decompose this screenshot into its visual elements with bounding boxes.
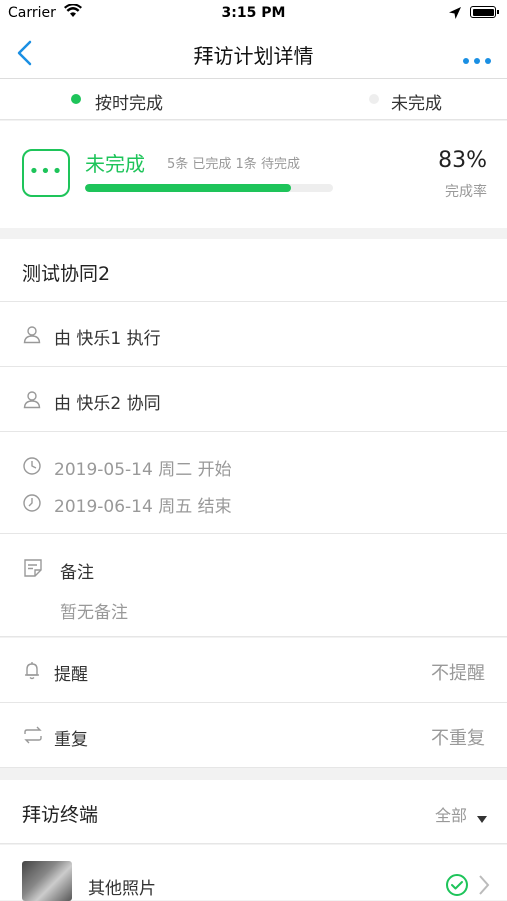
battery-icon	[470, 6, 499, 18]
dropdown-triangle-icon[interactable]	[477, 808, 487, 827]
terminals-filter[interactable]: 全部	[435, 802, 467, 826]
terminals-title: 拜访终端	[22, 804, 99, 826]
clock-icon	[22, 493, 42, 517]
person-icon	[22, 389, 42, 413]
navigation-bar: 拜访计划详情	[0, 28, 507, 79]
executor-row: 由 快乐1 执行	[0, 302, 507, 367]
start-date-text: 2019-05-14 周二 开始	[54, 460, 232, 480]
note-icon	[22, 557, 44, 583]
task-counts: 5条 已完成 1条 待完成	[167, 157, 300, 172]
date-range-row: 2019-05-14 周二 开始 2019-06-14 周五 结束	[0, 432, 507, 534]
on-time-dot-icon	[71, 94, 81, 104]
notes-value: 暂无备注	[60, 603, 128, 623]
chevron-right-icon[interactable]	[478, 873, 490, 901]
repeat-row[interactable]: 重复 不重复	[0, 703, 507, 768]
repeat-icon	[22, 725, 44, 749]
completion-summary: ••• 未完成 5条 已完成 1条 待完成 83% 完成率	[0, 121, 507, 228]
completion-percent: 83%	[438, 148, 487, 173]
terminal-item-label: 其他照片	[88, 879, 156, 899]
notes-row: 备注 暂无备注	[0, 534, 507, 637]
person-icon	[22, 324, 42, 348]
more-options-icon[interactable]	[462, 50, 492, 64]
incomplete-label: 未完成	[391, 94, 442, 114]
page-title: 拜访计划详情	[193, 44, 314, 68]
on-time-label: 按时完成	[95, 94, 163, 114]
clock-icon	[22, 456, 42, 480]
reminder-row[interactable]: 提醒 不提醒	[0, 638, 507, 703]
executor-text: 由 快乐1 执行	[54, 329, 161, 349]
status-text: 未完成	[85, 152, 145, 176]
incomplete-dot-icon	[369, 94, 379, 104]
plan-title: 测试协同2	[22, 263, 111, 285]
photo-thumbnail	[22, 861, 72, 901]
collaborator-row: 由 快乐2 协同	[0, 367, 507, 432]
notes-label: 备注	[60, 563, 94, 583]
plan-title-row: 测试协同2	[0, 239, 507, 302]
progress-fill	[85, 184, 291, 192]
reminder-label: 提醒	[54, 665, 88, 685]
status-chat-icon: •••	[22, 149, 70, 197]
check-circle-icon	[445, 873, 469, 901]
reminder-value: 不提醒	[431, 663, 485, 684]
clock-label: 3:15 PM	[221, 5, 286, 21]
completion-rate-label: 完成率	[445, 184, 487, 200]
bell-icon	[22, 660, 42, 684]
terminal-list-item[interactable]: 其他照片	[0, 845, 507, 901]
location-arrow-icon	[448, 5, 462, 24]
status-bar: Carrier 3:15 PM	[0, 0, 507, 28]
end-date-text: 2019-06-14 周五 结束	[54, 497, 232, 517]
repeat-value: 不重复	[431, 728, 485, 749]
terminals-header: 拜访终端 全部	[0, 780, 507, 844]
completion-legend: 按时完成 未完成	[0, 79, 507, 120]
collaborator-text: 由 快乐2 协同	[54, 394, 161, 414]
repeat-label: 重复	[54, 730, 88, 750]
progress-track	[85, 184, 333, 192]
